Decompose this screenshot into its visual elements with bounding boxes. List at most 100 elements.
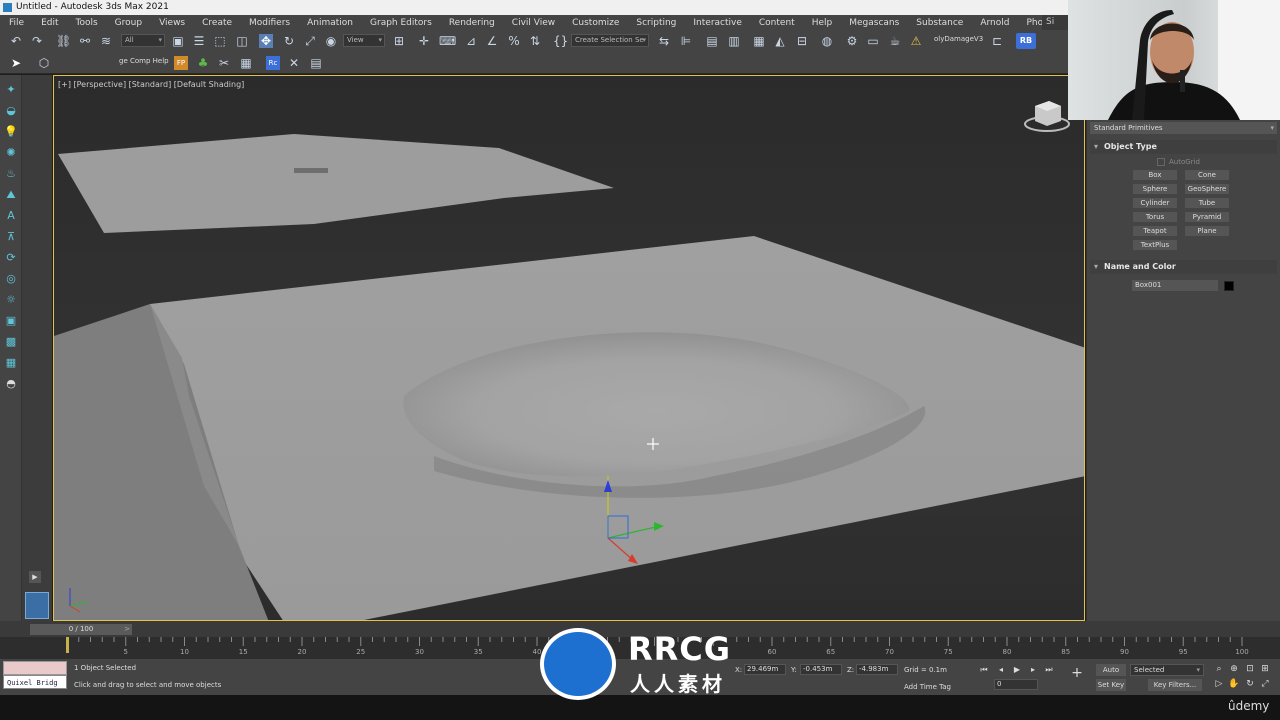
zoom-all-icon[interactable]: ⊕ <box>1228 663 1240 675</box>
select-manipulate-icon[interactable]: ✛ <box>417 34 431 48</box>
go-to-start-icon[interactable]: ⏮ <box>978 664 990 676</box>
object-type-rollout[interactable]: Object Type <box>1090 140 1277 154</box>
z-coordinate-field[interactable]: -4.983m <box>856 664 898 675</box>
auto-key-button[interactable]: Auto Key <box>1096 664 1126 686</box>
window-crossing-icon[interactable]: ◫ <box>235 34 249 48</box>
set-key-button[interactable]: Set Key <box>1096 679 1126 691</box>
menu-scripting[interactable]: Scripting <box>627 18 684 28</box>
add-time-tag[interactable]: Add Time Tag <box>904 683 951 691</box>
menu-graph-editors[interactable]: Graph Editors <box>361 18 440 28</box>
camera-icon[interactable]: ◓ <box>4 377 18 391</box>
viewport-label[interactable]: [+] [Perspective] [Standard] [Default Sh… <box>58 80 244 89</box>
reference-coordinate-dropdown[interactable]: View <box>343 34 385 47</box>
light-bulb-icon[interactable]: ☼ <box>4 293 18 307</box>
time-slider-handle[interactable]: 0 / 100 <box>30 624 132 635</box>
select-move-icon[interactable]: ✥ <box>259 34 273 48</box>
sun-icon[interactable]: ✺ <box>4 146 18 160</box>
rect-selection-icon[interactable]: ⬚ <box>213 34 227 48</box>
layer-explorer-icon[interactable]: ▥ <box>727 34 741 48</box>
quixel-bridge-button[interactable]: Quixel Bridg <box>3 675 67 689</box>
sphere-button[interactable]: Sphere <box>1133 184 1177 194</box>
bind-space-warp-icon[interactable]: ≋ <box>99 34 113 48</box>
menu-arnold[interactable]: Arnold <box>971 18 1017 28</box>
tube-button[interactable]: Tube <box>1185 198 1229 208</box>
orbit-icon[interactable]: ⟳ <box>4 251 18 265</box>
menu-help[interactable]: Help <box>803 18 841 28</box>
display-icon[interactable]: ▩ <box>4 335 18 349</box>
edge-comp-help-label[interactable]: ge Comp Help <box>119 57 169 65</box>
menu-animation[interactable]: Animation <box>298 18 361 28</box>
box-tool-icon[interactable]: ▣ <box>4 314 18 328</box>
tree-tool-icon[interactable]: ♣ <box>196 56 210 70</box>
curve-editor-icon[interactable]: ◭ <box>773 34 787 48</box>
viewport-layout-thumbnail[interactable] <box>25 592 49 619</box>
menu-modifiers[interactable]: Modifiers <box>240 18 298 28</box>
warning-icon[interactable]: ⚠ <box>909 34 923 48</box>
render-setup-icon[interactable]: ⚙ <box>845 34 859 48</box>
menu-rendering[interactable]: Rendering <box>440 18 503 28</box>
hexagon-tool-icon[interactable]: ⬡ <box>37 56 51 70</box>
x-coordinate-field[interactable]: 29.469m <box>744 664 786 675</box>
zoom-extents-all-icon[interactable]: ⊞ <box>1259 663 1271 675</box>
named-selection-dropdown[interactable]: Create Selection Se <box>571 34 649 47</box>
helper-icon[interactable]: ⛰ <box>4 188 18 202</box>
unlink-icon[interactable]: ⚯ <box>78 34 92 48</box>
render-production-icon[interactable]: ☕ <box>888 34 902 48</box>
orbit-view-icon[interactable]: ↻ <box>1244 678 1256 690</box>
select-scale-icon[interactable]: ⤢ <box>303 34 317 48</box>
key-mode-dropdown[interactable]: Selected <box>1130 664 1204 676</box>
rc-tool-icon[interactable]: Rc <box>266 56 280 70</box>
object-name-field[interactable]: Box001 <box>1132 280 1218 291</box>
autogrid-checkbox[interactable]: AutoGrid <box>1157 158 1280 166</box>
mirror-icon[interactable]: ⇆ <box>657 34 671 48</box>
select-arrow-icon[interactable]: ➤ <box>9 56 23 70</box>
sign-in-stub[interactable]: Si <box>1042 15 1068 30</box>
tools-icon[interactable]: ✂ <box>217 56 231 70</box>
menu-file[interactable]: File <box>0 18 32 28</box>
keyboard-shortcut-icon[interactable]: ⌨ <box>439 34 456 48</box>
menu-content[interactable]: Content <box>750 18 803 28</box>
play-icon[interactable]: ▶ <box>1011 664 1023 676</box>
time-next-icon[interactable]: > <box>122 624 132 635</box>
perspective-viewport[interactable]: [+] [Perspective] [Standard] [Default Sh… <box>53 75 1085 621</box>
pan-icon[interactable]: ✋ <box>1228 678 1240 690</box>
y-coordinate-field[interactable]: -0.453m <box>800 664 842 675</box>
menu-views[interactable]: Views <box>150 18 193 28</box>
spline-icon[interactable]: ♨ <box>4 167 18 181</box>
material-editor-icon[interactable]: ◍ <box>820 34 834 48</box>
cylinder-button[interactable]: Cylinder <box>1133 198 1177 208</box>
text-tool-icon[interactable]: A <box>4 209 18 223</box>
menu-megascans[interactable]: Megascans <box>840 18 907 28</box>
pyramid-button[interactable]: Pyramid <box>1185 212 1229 222</box>
angle-snap-icon[interactable]: ∠ <box>485 34 499 48</box>
menu-substance[interactable]: Substance <box>907 18 971 28</box>
wrench-tool-icon[interactable]: ✕ <box>287 56 301 70</box>
menu-civil-view[interactable]: Civil View <box>503 18 563 28</box>
bucket-icon[interactable]: ⊼ <box>4 230 18 244</box>
previous-frame-icon[interactable]: ◂ <box>995 664 1007 676</box>
primitive-category-dropdown[interactable]: Standard Primitives <box>1090 122 1277 134</box>
fp-button[interactable]: FP <box>174 56 188 70</box>
select-object-icon[interactable]: ▣ <box>171 34 185 48</box>
maximize-viewport-icon[interactable]: ⤢ <box>1259 678 1271 690</box>
layout-icon[interactable]: ▦ <box>4 356 18 370</box>
edit-named-selection-icon[interactable]: {} <box>553 34 568 48</box>
viewcube[interactable] <box>1024 101 1070 132</box>
poly-damage-label[interactable]: olyDamageV3 <box>934 35 983 43</box>
align-icon[interactable]: ⊫ <box>679 34 693 48</box>
zoom-icon[interactable]: ⌕ <box>1213 663 1225 675</box>
go-to-end-icon[interactable]: ⏭ <box>1043 664 1055 676</box>
schematic-view-icon[interactable]: ⊟ <box>795 34 809 48</box>
menu-customize[interactable]: Customize <box>563 18 627 28</box>
spinner-snap-icon[interactable]: ⇅ <box>528 34 542 48</box>
create-panel-icon[interactable]: ✦ <box>4 83 18 97</box>
select-by-name-icon[interactable]: ☰ <box>192 34 206 48</box>
textplus-button[interactable]: TextPlus <box>1133 240 1177 250</box>
current-frame-marker[interactable] <box>66 637 69 653</box>
place-icon[interactable]: ◉ <box>324 34 338 48</box>
menu-interactive[interactable]: Interactive <box>684 18 749 28</box>
name-and-color-rollout[interactable]: Name and Color <box>1090 260 1277 274</box>
set-key-plus-icon[interactable]: + <box>1071 666 1083 680</box>
field-of-view-icon[interactable]: ▷ <box>1213 678 1225 690</box>
menu-tools[interactable]: Tools <box>67 18 106 28</box>
